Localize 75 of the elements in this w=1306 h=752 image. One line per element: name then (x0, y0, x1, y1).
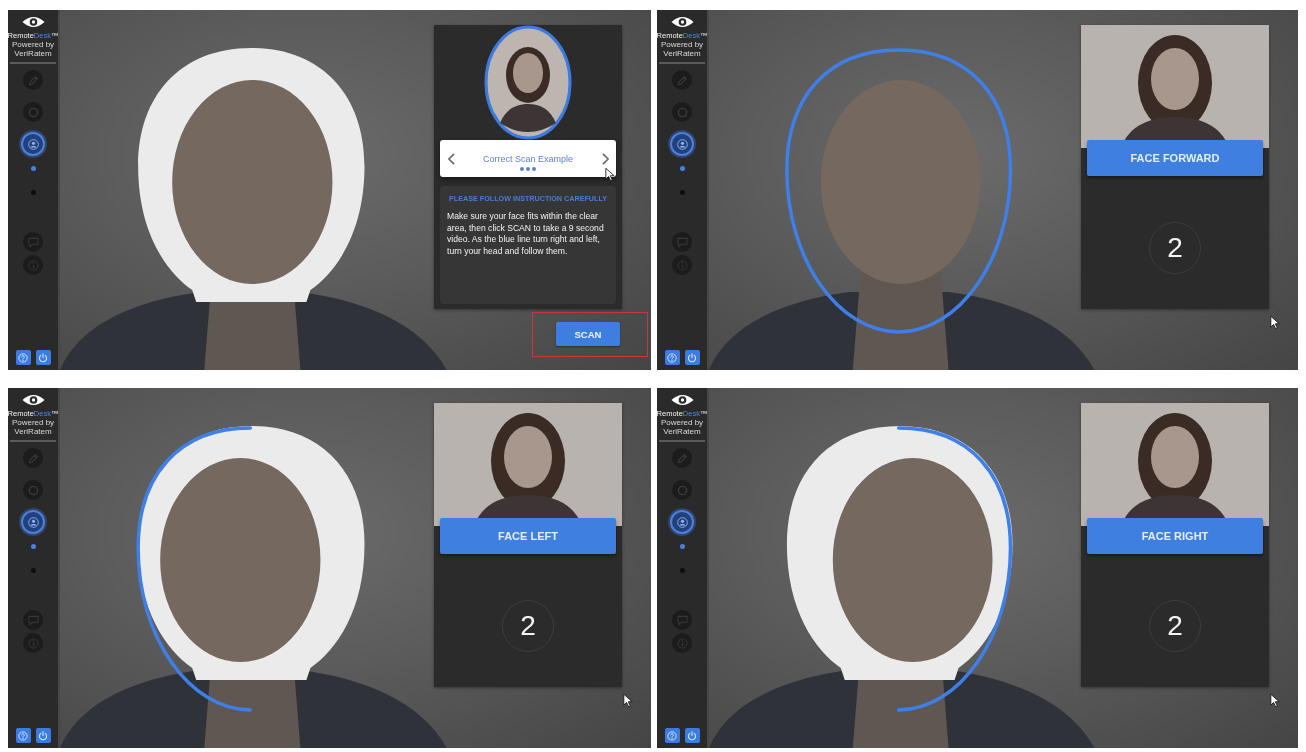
pencil-icon (676, 74, 688, 86)
tool-button[interactable] (672, 232, 692, 252)
tool-button[interactable] (672, 255, 692, 275)
nav-button[interactable] (23, 512, 43, 532)
speech-bubble-icon (676, 614, 688, 626)
user-icon (27, 516, 39, 528)
help-icon (667, 730, 677, 741)
power-button[interactable] (684, 350, 700, 365)
info-icon (676, 259, 688, 271)
tool-button[interactable] (23, 232, 43, 252)
instruction-banner: FACE LEFT (440, 518, 616, 554)
nav-button[interactable] (672, 448, 692, 468)
page-dot-icon (526, 167, 530, 171)
nav-button[interactable] (672, 134, 692, 154)
ring-icon (27, 484, 39, 496)
eye-logo-icon (21, 15, 45, 29)
nav-button[interactable] (23, 102, 43, 122)
speech-bubble-icon (27, 614, 39, 626)
ring-icon (676, 106, 688, 118)
help-icon (667, 352, 677, 363)
nav-button[interactable] (23, 480, 43, 500)
user-icon (27, 138, 39, 150)
power-button[interactable] (684, 728, 700, 743)
page-dot-icon (520, 167, 524, 171)
tool-button[interactable] (672, 610, 692, 630)
scan-button[interactable]: SCAN (556, 322, 620, 346)
instruction-banner: FACE FORWARD (1087, 140, 1263, 176)
tool-button[interactable] (23, 610, 43, 630)
logo-tagline: Powered by VeriRatem (10, 41, 56, 58)
help-button[interactable] (15, 728, 31, 743)
pencil-icon (27, 74, 39, 86)
instructions-text: Make sure your face fits within the clear area, then click SCAN to take a 9 second video. As the blue line turn right and left, turn your head and follow them. (446, 211, 605, 257)
speech-bubble-icon (27, 236, 39, 248)
nav-button[interactable] (672, 512, 692, 532)
ring-icon (27, 106, 39, 118)
tool-button[interactable] (23, 255, 43, 275)
nav-button[interactable] (672, 480, 692, 500)
pencil-icon (27, 452, 39, 464)
eye-logo-icon (670, 15, 694, 29)
power-icon (687, 352, 697, 363)
help-icon (18, 352, 28, 363)
speech-bubble-icon (676, 236, 688, 248)
help-button[interactable] (15, 350, 31, 365)
chevron-left-icon (447, 152, 455, 165)
eye-logo-icon (21, 393, 45, 407)
info-icon (676, 637, 688, 649)
instruction-banner: FACE RIGHT (1087, 518, 1263, 554)
tool-button[interactable] (23, 633, 43, 653)
nav-button[interactable] (672, 70, 692, 90)
nav-button[interactable] (672, 102, 692, 122)
logo-tagline: Powered by VeriRatem (10, 419, 56, 436)
pencil-icon (676, 452, 688, 464)
info-icon (27, 637, 39, 649)
nav-button[interactable] (23, 70, 43, 90)
page-dot-icon (532, 167, 536, 171)
help-button[interactable] (664, 350, 680, 365)
nav-button[interactable] (23, 134, 43, 154)
chevron-right-icon (601, 152, 609, 165)
carousel-title: Correct Scan Example (481, 154, 574, 165)
help-icon (18, 730, 28, 741)
user-icon (676, 138, 688, 150)
info-icon (27, 259, 39, 271)
tool-button[interactable] (672, 633, 692, 653)
power-button[interactable] (35, 728, 51, 743)
power-icon (38, 352, 48, 363)
user-icon (676, 516, 688, 528)
power-icon (38, 730, 48, 741)
power-button[interactable] (35, 350, 51, 365)
eye-logo-icon (670, 393, 694, 407)
nav-button[interactable] (23, 448, 43, 468)
power-icon (687, 730, 697, 741)
logo-tagline: Powered by VeriRatem (659, 41, 705, 58)
ring-icon (676, 484, 688, 496)
help-button[interactable] (664, 728, 680, 743)
logo-tagline: Powered by VeriRatem (659, 419, 705, 436)
